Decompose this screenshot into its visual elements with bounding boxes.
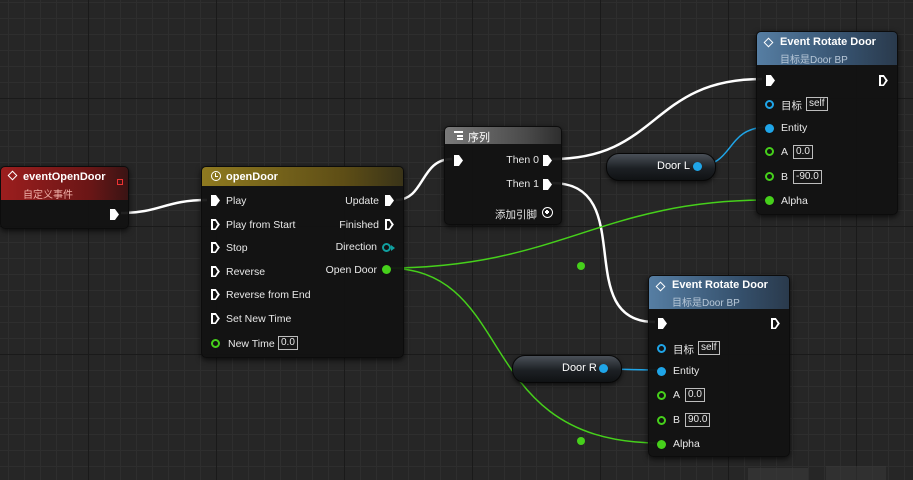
play-from-start-label: Play from Start <box>226 219 296 231</box>
target-value-field[interactable]: self <box>698 341 720 355</box>
a-value-field[interactable]: 0.0 <box>793 145 813 159</box>
b-value-field[interactable]: -90.0 <box>793 170 822 184</box>
entity-label: Entity <box>781 122 808 134</box>
b-label: B <box>781 171 789 183</box>
a-input-pin[interactable] <box>765 147 774 156</box>
alpha-label: Alpha <box>781 195 808 207</box>
new-time-input-pin[interactable] <box>211 339 220 348</box>
a-value-field[interactable]: 0.0 <box>685 388 705 402</box>
reverse-from-end-exec-pin[interactable] <box>211 289 220 300</box>
node-title: 序列 <box>468 132 490 144</box>
door-l-output-pin[interactable] <box>693 162 702 171</box>
reverse-from-end-label: Reverse from End <box>226 289 311 301</box>
new-time-label: New Time <box>228 338 275 350</box>
node-subtitle: 目标是Door BP <box>780 55 848 66</box>
then-1-label: Then 1 <box>506 178 539 190</box>
entity-input-pin[interactable] <box>657 367 666 376</box>
exec-wire-then0-to-rotate-l <box>551 77 763 161</box>
variable-label: Door L <box>657 160 691 172</box>
update-label: Update <box>345 195 379 207</box>
target-label: 目标 <box>781 100 802 112</box>
sequence-icon <box>454 131 463 140</box>
wire-knot <box>577 262 585 270</box>
direction-output-pin[interactable] <box>382 243 395 252</box>
alpha-input-pin[interactable] <box>765 196 774 205</box>
set-new-time-label: Set New Time <box>226 313 292 325</box>
background-decoration <box>826 466 886 480</box>
open-door-timeline-node[interactable]: openDoor Play Play from Start Stop Rever… <box>201 166 404 358</box>
b-label: B <box>673 414 681 426</box>
a-input-pin[interactable] <box>657 391 666 400</box>
node-title: eventOpenDoor <box>23 171 106 183</box>
then-0-label: Then 0 <box>506 154 539 166</box>
rotate-door-r-node[interactable]: Event Rotate Door 目标是Door BP 目标 self Ent… <box>648 275 790 457</box>
node-title: Event Rotate Door <box>672 279 768 291</box>
play-label: Play <box>226 195 247 207</box>
exec-wire-then1-to-rotate-r <box>551 181 656 324</box>
target-input-pin[interactable] <box>765 100 774 109</box>
node-title: openDoor <box>226 171 278 183</box>
variable-label: Door R <box>562 362 597 374</box>
exec-in-pin[interactable] <box>658 318 667 329</box>
door-r-variable-node[interactable]: Door R <box>512 355 622 383</box>
set-new-time-exec-pin[interactable] <box>211 313 220 324</box>
door-r-output-pin[interactable] <box>599 364 608 373</box>
open-door-output-label: Open Door <box>325 264 377 276</box>
exec-out-pin[interactable] <box>110 209 119 220</box>
alpha-label: Alpha <box>673 438 700 450</box>
entity-input-pin[interactable] <box>765 124 774 133</box>
play-from-start-exec-pin[interactable] <box>211 219 220 230</box>
a-label: A <box>673 389 681 401</box>
target-input-pin[interactable] <box>657 344 666 353</box>
then-0-exec-pin[interactable] <box>543 155 552 166</box>
rotate-door-l-node[interactable]: Event Rotate Door 目标是Door BP 目标 self Ent… <box>756 31 898 215</box>
play-exec-pin[interactable] <box>211 195 220 206</box>
update-exec-pin[interactable] <box>385 195 394 206</box>
exec-out-pin[interactable] <box>879 75 888 86</box>
sequence-node[interactable]: 序列 Then 0 Then 1 添加引脚 <box>444 126 562 225</box>
timeline-clock-icon <box>211 171 221 181</box>
node-subtitle: 自定义事件 <box>23 190 73 201</box>
add-pin-icon[interactable] <box>542 207 553 218</box>
exec-wire-event-to-play <box>120 198 208 215</box>
reverse-exec-pin[interactable] <box>211 266 220 277</box>
sequence-exec-in-pin[interactable] <box>454 155 463 166</box>
direction-label: Direction <box>335 241 377 253</box>
a-label: A <box>781 146 789 158</box>
b-input-pin[interactable] <box>765 172 774 181</box>
exec-out-pin[interactable] <box>771 318 780 329</box>
wire-knot <box>577 437 585 445</box>
finished-exec-pin[interactable] <box>385 219 394 230</box>
node-title: Event Rotate Door <box>780 36 876 48</box>
exec-in-pin[interactable] <box>766 75 775 86</box>
b-value-field[interactable]: 90.0 <box>685 413 711 427</box>
door-l-variable-node[interactable]: Door L <box>606 153 716 181</box>
node-subtitle: 目标是Door BP <box>672 298 740 309</box>
delegate-pin-icon[interactable] <box>117 179 123 185</box>
open-door-output-pin[interactable] <box>382 265 391 274</box>
event-open-door-node[interactable]: eventOpenDoor 自定义事件 <box>0 166 129 229</box>
background-decoration <box>748 468 808 480</box>
target-label: 目标 <box>673 344 694 356</box>
then-1-exec-pin[interactable] <box>543 179 552 190</box>
b-input-pin[interactable] <box>657 416 666 425</box>
reverse-label: Reverse <box>226 266 266 278</box>
stop-exec-pin[interactable] <box>211 242 220 253</box>
entity-label: Entity <box>673 365 700 377</box>
finished-label: Finished <box>339 219 379 231</box>
add-pin-label[interactable]: 添加引脚 <box>495 207 537 222</box>
new-time-value-field[interactable]: 0.0 <box>278 336 298 350</box>
alpha-input-pin[interactable] <box>657 440 666 449</box>
stop-label: Stop <box>226 242 248 254</box>
target-value-field[interactable]: self <box>806 97 828 111</box>
